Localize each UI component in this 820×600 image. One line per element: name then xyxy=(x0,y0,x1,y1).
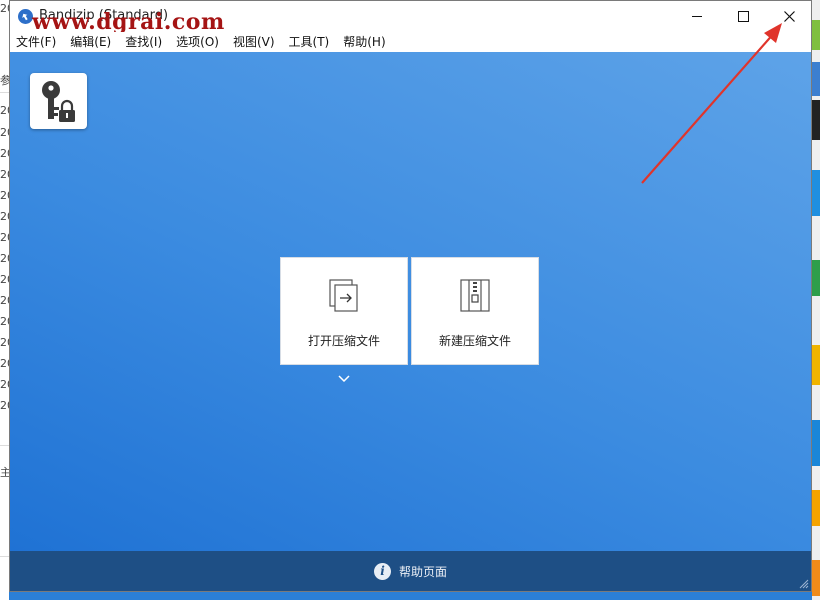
background-text: 20 xyxy=(0,378,9,391)
background-text: 主 xyxy=(0,466,9,479)
open-archive-icon xyxy=(329,279,358,312)
background-text: 20 xyxy=(0,210,9,223)
background-text: 20 xyxy=(0,126,9,139)
new-archive-button[interactable]: 新建压缩文件 xyxy=(411,257,539,365)
menu-options[interactable]: 选项(O) xyxy=(169,32,226,52)
menu-bar: 文件(F) 编辑(E) 查找(I) 选项(O) 视图(V) 工具(T) 帮助(H… xyxy=(10,32,811,52)
close-icon xyxy=(783,10,795,22)
background-text: 20 xyxy=(0,294,9,307)
minimize-icon xyxy=(692,15,702,17)
background-text: 20 xyxy=(0,336,9,349)
menu-tools[interactable]: 工具(T) xyxy=(282,32,337,52)
menu-edit[interactable]: 编辑(E) xyxy=(63,32,118,52)
new-archive-icon xyxy=(460,279,490,312)
background-text: 参 xyxy=(0,74,9,87)
maximize-button[interactable] xyxy=(720,1,766,32)
background-desktop-strip xyxy=(812,0,820,600)
background-text: 20 xyxy=(0,399,9,412)
open-options-dropdown[interactable] xyxy=(336,370,352,383)
background-text: 20 xyxy=(0,252,9,265)
info-icon: i xyxy=(373,562,391,580)
menu-view[interactable]: 视图(V) xyxy=(226,32,282,52)
open-archive-label: 打开压缩文件 xyxy=(307,334,380,348)
new-archive-label: 新建压缩文件 xyxy=(438,334,511,348)
close-button[interactable] xyxy=(766,1,812,32)
background-text: 20 xyxy=(0,168,9,181)
open-archive-button[interactable]: 打开压缩文件 xyxy=(280,257,408,365)
password-manager-button[interactable] xyxy=(30,73,87,129)
maximize-icon xyxy=(737,10,749,22)
menu-file[interactable]: 文件(F) xyxy=(10,32,63,52)
menu-find[interactable]: 查找(I) xyxy=(118,32,169,52)
chevron-down-icon xyxy=(338,375,350,383)
help-page-button[interactable]: i 帮助页面 xyxy=(10,551,811,591)
minimize-button[interactable] xyxy=(674,1,720,32)
background-text: 20 xyxy=(0,2,9,15)
background-text: 20 xyxy=(0,147,9,160)
menu-help[interactable]: 帮助(H) xyxy=(336,32,392,52)
key-lock-icon xyxy=(42,81,75,122)
background-text: 20 xyxy=(0,189,9,202)
help-page-label: 帮助页面 xyxy=(398,564,447,579)
bandizip-app-icon xyxy=(18,9,33,24)
background-text: 20 xyxy=(0,231,9,244)
background-text: 20 xyxy=(0,273,9,286)
bandizip-window: Bandizip (Standard) www.dgrai.com 文件(F) … xyxy=(9,0,812,592)
background-text: 20 xyxy=(0,357,9,370)
main-panel: 打开压缩文件 新建压缩文件 xyxy=(10,52,811,551)
background-text: 20 xyxy=(0,104,9,117)
title-bar[interactable]: Bandizip (Standard) www.dgrai.com xyxy=(10,1,812,35)
background-taskbar-strip xyxy=(9,592,812,600)
resize-grip-icon[interactable] xyxy=(799,579,809,589)
background-text: 20 xyxy=(0,315,9,328)
